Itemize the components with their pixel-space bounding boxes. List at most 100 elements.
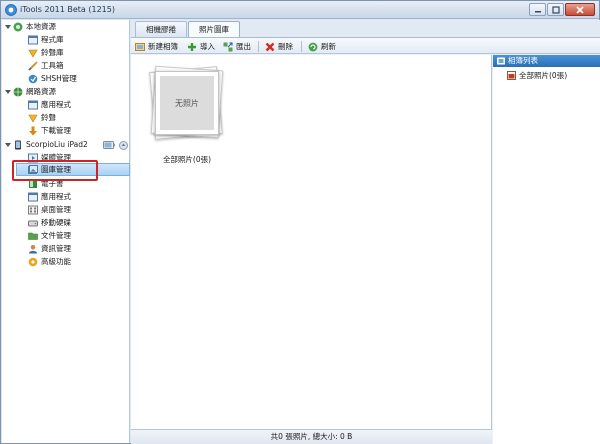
status-bar: 共0 張照片, 總大小: 0 B <box>131 429 492 444</box>
collapse-arrow-icon[interactable] <box>5 142 11 148</box>
title-bar: iTools 2011 Beta (1215) <box>1 1 599 19</box>
collapse-arrow-icon[interactable] <box>5 24 11 30</box>
tab-camera-roll[interactable]: 相機膠捲 <box>135 21 187 37</box>
advanced-icon <box>28 257 38 266</box>
sidebar-item-label: 文件管理 <box>41 231 71 240</box>
sidebar-item-mobile-disk[interactable]: 移動硬碟 <box>28 216 71 229</box>
sidebar-item-label: 鈴聲 <box>41 113 56 122</box>
album-list-icon <box>497 57 505 65</box>
itools-app-icon <box>5 4 17 16</box>
folder-icon <box>28 232 38 240</box>
tab-photo-library[interactable]: 照片圖庫 <box>188 21 240 37</box>
sidebar-item-desktop-manager[interactable]: 桌面管理 <box>28 203 71 216</box>
network-resources-icon <box>13 87 23 96</box>
download-icon <box>29 126 37 135</box>
device-name: ScorpioLiu iPad2 <box>26 140 88 149</box>
sidebar-item-label: 應用程式 <box>41 192 71 201</box>
close-icon <box>576 5 584 14</box>
album-all-photos[interactable]: 无照片 全部照片(0張) <box>149 65 225 165</box>
sidebar-item-download-manager[interactable]: 下載管理 <box>28 124 71 137</box>
apps-icon <box>28 192 38 201</box>
export-label: 匯出 <box>236 42 251 51</box>
main-area: 相機膠捲 照片圖庫 新建相簿 導入 匯出 刪除 刷新 无照片 全部照片(0張) … <box>131 20 600 444</box>
toolbox-icon <box>28 60 38 71</box>
export-button[interactable]: 匯出 <box>223 40 251 53</box>
album-caption: 全部照片(0張) <box>162 155 212 164</box>
sidebar-item-label: 桌面管理 <box>41 205 71 214</box>
delete-icon <box>265 42 275 51</box>
sidebar-item-label: SHSH管理 <box>41 74 77 83</box>
album-list-title: 相簿列表 <box>508 56 538 65</box>
no-photo-placeholder: 无照片 <box>160 76 214 130</box>
refresh-button[interactable]: 刷新 <box>308 40 336 53</box>
program-library-icon <box>28 35 38 44</box>
sidebar-item-ringtone-library[interactable]: 鈴聲庫 <box>28 46 64 59</box>
sidebar-item-info-manager[interactable]: 資訊管理 <box>28 242 71 255</box>
sidebar-item-device-apps[interactable]: 應用程式 <box>28 190 71 203</box>
sidebar-item-toolbox[interactable]: 工具箱 <box>28 59 64 72</box>
album-list-item-label: 全部照片(0張) <box>519 71 568 80</box>
contacts-icon <box>29 244 37 253</box>
sidebar-item-network-ringtones[interactable]: 鈴聲 <box>28 111 56 124</box>
sidebar-item-program-library[interactable]: 程式庫 <box>28 33 64 46</box>
sidebar-item-shsh[interactable]: SHSH管理 <box>28 72 77 85</box>
album-thumbnail: 无照片 <box>149 65 225 141</box>
sidebar-item-advanced[interactable]: 高級功能 <box>28 255 71 268</box>
album-icon <box>507 71 516 80</box>
sidebar-group-device[interactable]: ScorpioLiu iPad2 <box>13 138 88 151</box>
minimize-button[interactable] <box>529 3 546 16</box>
collapse-arrow-icon[interactable] <box>5 89 11 95</box>
sidebar-group-label: 本地資源 <box>26 22 56 31</box>
apps-icon <box>28 100 38 109</box>
album-list-item[interactable]: 全部照片(0張) <box>507 70 567 81</box>
battery-icon <box>103 141 115 149</box>
sidebar-item-label: 高級功能 <box>41 257 71 266</box>
photo-grid: 无照片 全部照片(0張) <box>131 55 492 444</box>
delete-label: 刪除 <box>278 42 293 51</box>
new-album-button[interactable]: 新建相簿 <box>135 40 178 53</box>
maximize-button[interactable] <box>547 3 564 16</box>
album-list-panel: 相簿列表 全部照片(0張) <box>493 55 600 444</box>
window-title: iTools 2011 Beta (1215) <box>20 5 115 14</box>
toolbar-separator <box>301 41 302 52</box>
refresh-label: 刷新 <box>321 42 336 51</box>
app-window: iTools 2011 Beta (1215) 本地資源 程式庫 鈴聲庫 工具箱… <box>0 0 600 444</box>
toolbar-separator <box>258 41 259 52</box>
desktop-icon <box>28 205 38 214</box>
ringtone-library-icon <box>28 49 38 58</box>
shsh-icon <box>28 74 38 83</box>
ipad-device-icon <box>15 140 21 149</box>
new-album-icon <box>135 42 145 51</box>
sidebar-item-label: 下載管理 <box>41 126 71 135</box>
window-controls <box>528 3 595 17</box>
new-album-label: 新建相簿 <box>148 42 178 51</box>
close-button[interactable] <box>565 3 595 16</box>
disk-icon <box>28 220 38 226</box>
sidebar-item-label: 工具箱 <box>41 61 64 70</box>
sidebar-item-label: 程式庫 <box>41 35 64 44</box>
sidebar-item-label: 移動硬碟 <box>41 218 71 227</box>
toolbar: 新建相簿 導入 匯出 刪除 刷新 <box>131 37 600 54</box>
eject-icon[interactable] <box>119 140 128 150</box>
sidebar-item-file-manager[interactable]: 文件管理 <box>28 229 71 242</box>
import-button[interactable]: 導入 <box>187 40 215 53</box>
no-photo-text: 无照片 <box>175 98 199 108</box>
import-label: 導入 <box>200 42 215 51</box>
navigation-sidebar: 本地資源 程式庫 鈴聲庫 工具箱 SHSH管理 網路資源 應用程式 鈴聲 下載管… <box>2 20 130 443</box>
export-icon <box>223 41 233 51</box>
refresh-icon <box>308 42 318 51</box>
device-status <box>103 140 128 150</box>
annotation-highlight <box>12 160 98 181</box>
sidebar-item-label: 資訊管理 <box>41 244 71 253</box>
album-list-header: 相簿列表 <box>493 55 600 67</box>
sidebar-item-network-apps[interactable]: 應用程式 <box>28 98 71 111</box>
stacked-photo-front: 无照片 <box>155 71 219 135</box>
maximize-icon <box>551 5 560 14</box>
sidebar-group-network[interactable]: 網路資源 <box>13 85 56 98</box>
sidebar-group-label: 網路資源 <box>26 87 56 96</box>
sidebar-group-local[interactable]: 本地資源 <box>13 20 56 33</box>
sidebar-item-label: 鈴聲庫 <box>41 48 64 57</box>
delete-button[interactable]: 刪除 <box>265 40 293 53</box>
minimize-icon <box>534 10 541 12</box>
tab-bar: 相機膠捲 照片圖庫 <box>131 20 600 37</box>
